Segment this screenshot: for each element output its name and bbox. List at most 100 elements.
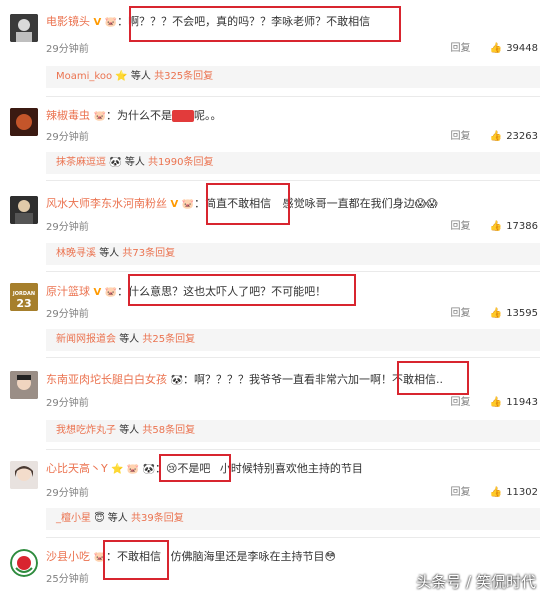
highlight-box [128, 274, 356, 306]
redaction-mark [171, 110, 194, 122]
member-badge-icon: V 🐷 [93, 287, 118, 298]
reply-user-link[interactable]: _檀小星 [56, 513, 91, 524]
reply-button[interactable]: 回复 [451, 221, 471, 232]
avatar[interactable] [10, 14, 38, 42]
thumbs-up-icon[interactable]: 👍 [490, 43, 502, 54]
thumbs-up-icon[interactable]: 👍 [490, 221, 502, 232]
comment-text: 小时候特别喜欢他主持的节目 [219, 462, 363, 475]
divider [46, 96, 540, 97]
username-link[interactable]: 心比天高丶Y [46, 462, 108, 475]
reply-count-link[interactable]: 共325条回复 [154, 71, 213, 82]
avatar[interactable]: JORDAN 23 [10, 283, 38, 311]
user-avatar-icon [10, 196, 38, 224]
user-avatar-icon [10, 461, 38, 489]
reply-summary[interactable]: 林晚寻溪 等人 共73条回复 [46, 243, 540, 265]
reply-mid-text: 等人 [104, 513, 131, 524]
jersey-avatar-icon: JORDAN23 [10, 283, 38, 311]
reply-count-link[interactable]: 共1990条回复 [148, 157, 213, 168]
reply-button[interactable]: 回复 [451, 397, 471, 408]
like-count: 11943 [506, 397, 538, 408]
highlight-box [206, 183, 290, 225]
comment-time: 29分钟前 [46, 222, 89, 233]
reply-button[interactable]: 回复 [451, 308, 471, 319]
comment-text: 为什么不是 [116, 109, 172, 122]
divider [46, 180, 540, 181]
reply-button[interactable]: 回复 [451, 487, 471, 498]
panda-badge-icon: 🐼 [170, 375, 183, 386]
reply-summary[interactable]: Moami_koo ⭐ 等人 共325条回复 [46, 66, 540, 88]
thumbs-up-icon[interactable]: 👍 [490, 308, 502, 319]
comment-time: 29分钟前 [46, 309, 89, 320]
comment-time: 29分钟前 [46, 132, 89, 143]
reply-count-link[interactable]: 共25条回复 [142, 334, 195, 345]
username-link[interactable]: 风水大师李东水河南粉丝 [46, 197, 167, 210]
reply-user-link[interactable]: Moami_koo [56, 71, 112, 82]
user-avatar-icon [10, 371, 38, 399]
comment-time: 29分钟前 [46, 44, 89, 55]
reply-mid-text: 等人 [127, 71, 155, 82]
highlight-box [129, 6, 401, 42]
divider [46, 537, 540, 538]
colon-text: ： [182, 373, 194, 386]
comment-time: 25分钟前 [46, 574, 89, 585]
reply-mid-text: 等人 [99, 248, 123, 259]
divider [46, 357, 540, 358]
username-link[interactable]: 原汁篮球 [46, 285, 90, 298]
divider [46, 271, 540, 272]
like-count: 13595 [506, 308, 538, 319]
username-link[interactable]: 电影镜头 [46, 15, 90, 28]
reply-count-link[interactable]: 共73条回复 [122, 248, 175, 259]
reply-summary[interactable]: 新闻网报道会 等人 共25条回复 [46, 329, 540, 351]
reply-summary[interactable]: 我想吃炸丸子 等人 共58条回复 [46, 420, 540, 442]
panda-icon: 🐼 [109, 157, 122, 168]
colon-text: ： [105, 109, 117, 122]
user-avatar-icon [10, 14, 38, 42]
avatar[interactable] [10, 371, 38, 399]
reply-summary[interactable]: _檀小星 😇 等人 共39条回复 [46, 508, 540, 530]
reply-user-link[interactable]: 林晚寻溪 [56, 248, 96, 259]
reply-button[interactable]: 回复 [451, 131, 471, 142]
user-avatar-icon [10, 108, 38, 136]
like-count: 23263 [506, 131, 538, 142]
member-badge-icon: ⭐ 🐷 🐼 [111, 464, 155, 475]
avatar[interactable] [10, 549, 38, 577]
like-count: 17386 [506, 221, 538, 232]
avatar[interactable] [10, 461, 38, 489]
thumbs-up-icon[interactable]: 👍 [490, 487, 502, 498]
highlight-box [397, 361, 469, 395]
reply-count-link[interactable]: 共58条回复 [142, 425, 195, 436]
username-link[interactable]: 沙县小吃 [46, 550, 90, 563]
colon-text: ： [194, 197, 206, 210]
like-count: 39448 [506, 43, 538, 54]
divider [46, 449, 540, 450]
username-link[interactable]: 辣椒毒虫 [46, 109, 90, 122]
reply-count-link[interactable]: 共39条回复 [131, 513, 184, 524]
member-badge-icon: V 🐷 [93, 17, 118, 28]
reply-mid-text: 等人 [121, 157, 148, 168]
comment-time: 29分钟前 [46, 398, 89, 409]
reply-user-link[interactable]: 我想吃炸丸子 [56, 425, 116, 436]
like-count: 11302 [506, 487, 538, 498]
thumbs-up-icon[interactable]: 👍 [490, 131, 502, 142]
highlight-box [103, 540, 169, 580]
highlight-box [159, 454, 231, 482]
reply-user-link[interactable]: 新闻网报道会 [56, 334, 116, 345]
reply-summary[interactable]: 抹茶麻逗逗 🐼 等人 共1990条回复 [46, 152, 540, 174]
comment-text: 啊？？？？我爷爷一直看非常六加一啊！ [193, 373, 392, 386]
colon-text: ： [117, 285, 129, 298]
reply-button[interactable]: 回复 [451, 43, 471, 54]
star-icon: ⭐ [115, 71, 128, 82]
thumbs-up-icon[interactable]: 👍 [490, 397, 502, 408]
member-badge-icon: V 🐷 [170, 199, 195, 210]
avatar[interactable] [10, 196, 38, 224]
svg-text:23: 23 [16, 297, 31, 310]
comment-time: 29分钟前 [46, 488, 89, 499]
reply-mid-text: 等人 [119, 334, 143, 345]
avatar[interactable] [10, 108, 38, 136]
comment-text: 仿佛脑海里还是李咏在主持节目😳 [170, 550, 336, 563]
comment-text: 感觉咏哥一直都在我们身边😱😱 [282, 197, 438, 210]
reply-user-link[interactable]: 抹茶麻逗逗 [56, 157, 106, 168]
username-link[interactable]: 东南亚肉坨长腿白白女孩 [46, 373, 167, 386]
colon-text: ： [117, 15, 129, 28]
pig-badge-icon: 🐷 [93, 111, 106, 122]
